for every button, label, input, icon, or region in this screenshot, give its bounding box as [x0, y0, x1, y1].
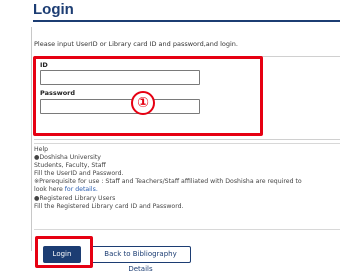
help-section: Help ●Doshisha University Students, Facu…: [34, 143, 340, 230]
help-line: ●Doshisha University: [34, 154, 101, 162]
help-line: Fill the Registered Library card ID and …: [34, 202, 184, 210]
help-line: look here: [34, 186, 65, 194]
login-highlight-box: [35, 236, 93, 268]
back-to-bibliography-button[interactable]: Back to Bibliography Details: [90, 246, 191, 273]
help-heading: Help: [34, 146, 49, 153]
details-link[interactable]: for details.: [65, 186, 98, 193]
login-page: Login Please input UserID or Library car…: [0, 0, 340, 273]
login-instruction: Please input UserID or Library card ID a…: [34, 40, 238, 48]
page-title: Login: [33, 1, 74, 18]
help-line: Fill the UserID and Password.: [34, 170, 124, 178]
help-line: ●Registered Library Users: [34, 194, 116, 202]
title-divider: [33, 20, 340, 22]
step-marker: ①: [131, 91, 155, 115]
page-header: Login: [0, 0, 340, 22]
help-line: ※Prerequisite for use : Staff and Teache…: [34, 178, 302, 186]
help-line-with-link: look here for details.: [34, 186, 340, 194]
help-line: Students, Faculty, Staff: [34, 162, 106, 170]
